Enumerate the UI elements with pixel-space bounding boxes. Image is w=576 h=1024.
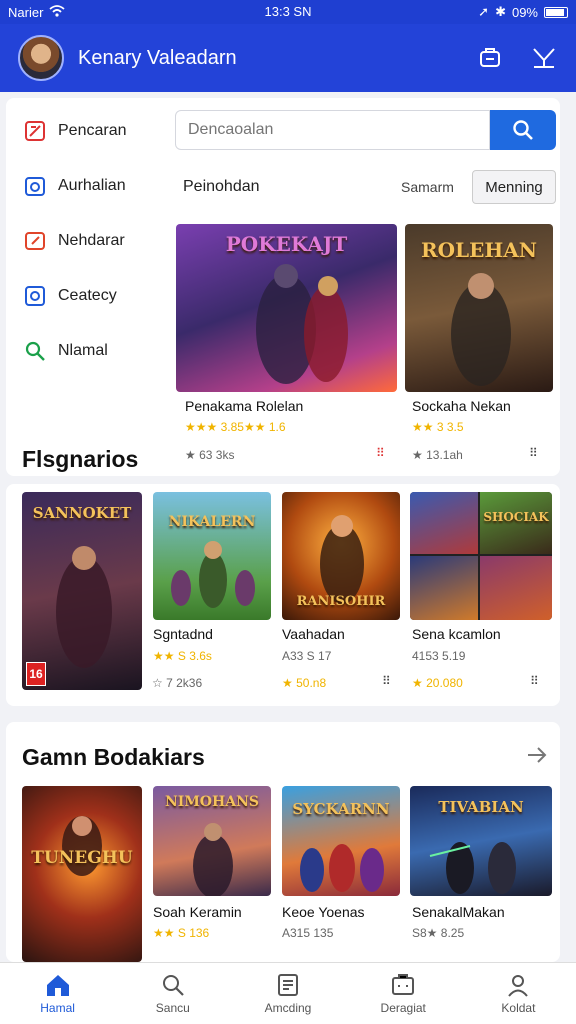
game-cover: SANNOKET 16: [22, 492, 142, 690]
sidebar-item-pencaran[interactable]: Pencaran: [24, 120, 127, 142]
game-meta: ★ 13.1ah: [412, 448, 463, 462]
nav-label: Deragiat: [380, 1000, 426, 1015]
search-alert-icon: [25, 121, 45, 141]
more-icon[interactable]: ⠿: [382, 674, 392, 688]
sidebar-item-aurhalian[interactable]: Aurhalian: [24, 175, 126, 197]
sidebar-item-label: Nlamal: [58, 342, 108, 359]
game-title: Sockaha Nekan: [412, 398, 511, 414]
status-time: 13:3 SN: [264, 4, 312, 19]
game-card[interactable]: SANNOKET 16: [22, 492, 142, 690]
sidebar-item-label: Pencaran: [58, 122, 127, 139]
sidebar-item-label: Aurhalian: [58, 177, 126, 194]
section-title-gamn-bodakiars: Gamn Bodakiars: [22, 744, 205, 770]
game-title: Vaahadan: [282, 626, 345, 642]
game-card[interactable]: SYCKARNN Keoe Yoenas A315 135: [282, 786, 400, 962]
game-rating: ★★ S 136: [153, 926, 210, 940]
home-icon: [46, 974, 69, 996]
nav-label: Hamal: [40, 1000, 75, 1015]
nav-item-amcding[interactable]: Amcding: [230, 963, 345, 1024]
game-rating: ★★ 3 3.5: [412, 420, 464, 434]
age-rating-badge: 16: [26, 662, 46, 686]
more-icon[interactable]: ⠿: [529, 446, 539, 460]
more-icon[interactable]: ⠿: [376, 446, 386, 460]
game-rating: 4153 5.19: [412, 649, 466, 663]
game-title: Penakama Rolelan: [185, 398, 304, 414]
target-icon: [25, 286, 45, 306]
sidebar-item-ceatecy[interactable]: Ceatecy: [24, 285, 117, 307]
game-cover: TIVABIAN: [410, 786, 552, 896]
nav-item-sancu[interactable]: Sancu: [115, 963, 230, 1024]
game-card[interactable]: RANISOHIR Vaahadan A33 S 17 ★ 50.n8 ⠿: [282, 492, 400, 690]
sidebar-item-label: Nehdarar: [58, 232, 125, 249]
game-cover: NIMOHANS: [153, 786, 271, 896]
calendar-icon: [25, 177, 45, 196]
bottom-navigation: Hamal Sancu Amcding Deragiat Koldat: [0, 962, 576, 1024]
game-cover: SYCKARNN: [282, 786, 400, 896]
section-title-featured: Peinohdan: [183, 178, 260, 195]
game-meta: ★ 50.n8: [282, 676, 327, 690]
game-title: Soah Keramin: [153, 904, 242, 920]
game-cover: POKEKAJT: [176, 224, 397, 392]
network-icon[interactable]: [530, 44, 558, 72]
cover-title: TUNEGHU: [31, 848, 133, 868]
nav-label: Koldat: [501, 1000, 536, 1015]
filter-button[interactable]: Menning: [472, 170, 556, 204]
game-card[interactable]: NIMOHANS Soah Keramin ★★ S 136: [153, 786, 271, 962]
game-meta: ★ 20.080: [412, 676, 463, 690]
game-rating: ★★ S 3.6s: [153, 649, 212, 663]
game-card[interactable]: TUNEGHU: [22, 786, 142, 962]
search-button[interactable]: [490, 110, 556, 150]
battery-icon: [544, 6, 568, 18]
game-title: Sgntadnd: [153, 626, 213, 642]
edit-icon: [25, 232, 45, 250]
search-icon: [513, 120, 533, 140]
box-icon: [392, 973, 415, 995]
sidebar-item-nlamal[interactable]: Nlamal: [24, 340, 108, 362]
search-input[interactable]: [175, 110, 490, 150]
game-meta: ★ 63 3ks: [185, 448, 235, 462]
more-icon[interactable]: ⠿: [530, 674, 540, 688]
gamepad-icon[interactable]: [476, 44, 504, 72]
game-card[interactable]: POKEKAJT Penakama Rolelan ★★★ 3.85★★ 1.6…: [176, 224, 397, 470]
game-rating: ★★★ 3.85★★ 1.6: [185, 420, 286, 434]
sidebar-item-label: Ceatecy: [58, 287, 117, 304]
nav-item-hamal[interactable]: Hamal: [0, 963, 115, 1024]
game-card[interactable]: ROLEHAN Sockaha Nekan ★★ 3 3.5 ★ 13.1ah …: [405, 224, 553, 470]
game-card[interactable]: TIVABIAN SenakalMakan S8★ 8.25: [410, 786, 552, 962]
cover-title: SHOCIAK: [483, 510, 549, 524]
game-rating: S8★ 8.25: [412, 926, 465, 940]
game-title: Sena kcamlon: [412, 626, 501, 642]
game-rating: A315 135: [282, 926, 334, 940]
app-title: Kenary Valeadarn: [78, 46, 237, 69]
game-cover: SHOCIAK: [410, 492, 552, 620]
cover-title: RANISOHIR: [296, 594, 386, 609]
status-bar: Narier 13:3 SN ➚ ✱ 09%: [0, 0, 576, 24]
game-card[interactable]: NIKALERN Sgntadnd ★★ S 3.6s: [153, 492, 271, 690]
nav-label: Amcding: [264, 1000, 312, 1015]
sort-label[interactable]: Samarm: [401, 179, 454, 195]
game-card[interactable]: SHOCIAK Sena kcamlon 4153 5.19 ★ 20.080 …: [410, 492, 552, 690]
arrow-right-icon[interactable]: [526, 744, 548, 771]
search-icon: [162, 974, 184, 996]
game-title: Keoe Yoenas: [282, 904, 365, 920]
game-cover: NIKALERN: [153, 492, 271, 620]
user-icon: [508, 974, 529, 997]
sidebar-item-nehdarar[interactable]: Nehdarar: [24, 230, 125, 252]
game-cover: TUNEGHU: [22, 786, 142, 962]
app-header: Kenary Valeadarn: [0, 24, 576, 92]
nav-item-koldat[interactable]: Koldat: [461, 963, 576, 1024]
game-cover: ROLEHAN: [405, 224, 553, 392]
nav-label: Sancu: [155, 1000, 190, 1015]
game-rating: A33 S 17: [282, 649, 332, 663]
section-title-flsgnarios: Flsgnarios: [22, 446, 139, 472]
game-cover: RANISOHIR: [282, 492, 400, 620]
avatar[interactable]: [18, 35, 64, 81]
nav-item-deragiat[interactable]: Deragiat: [346, 963, 461, 1024]
game-title: SenakalMakan: [412, 904, 505, 920]
list-icon: [278, 973, 298, 996]
search-icon: [25, 341, 45, 361]
